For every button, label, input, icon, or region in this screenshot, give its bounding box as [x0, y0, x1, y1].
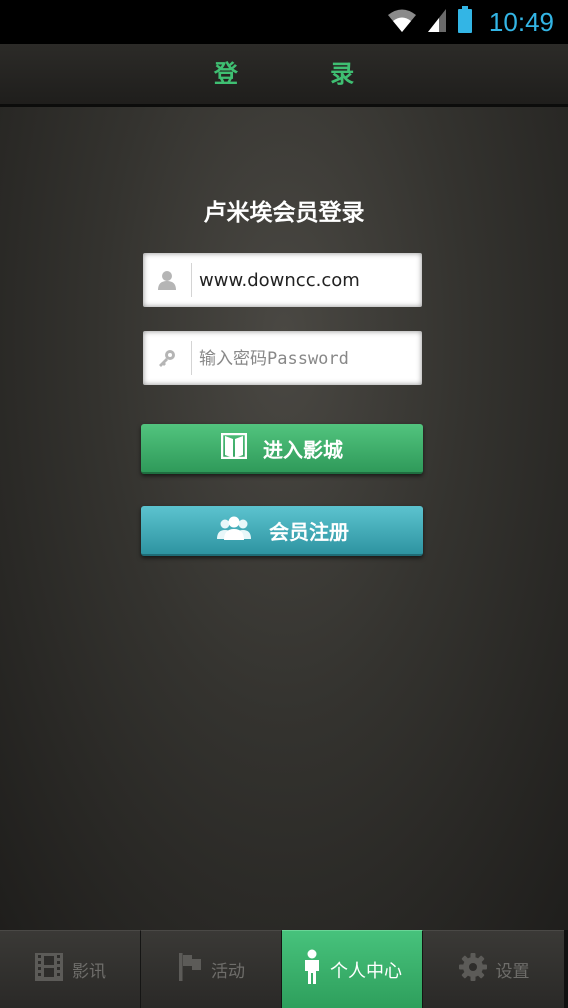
enter-cinema-label: 进入影城	[263, 437, 343, 462]
login-content: 卢米埃会员登录 进入影城	[0, 107, 568, 930]
flag-icon	[177, 952, 203, 987]
tab-settings-label: 设置	[495, 962, 530, 982]
title-bar: 登 录	[0, 44, 568, 107]
register-button[interactable]: 会员注册	[141, 506, 423, 556]
password-input[interactable]	[195, 338, 421, 378]
signal-icon	[427, 7, 447, 37]
film-icon	[34, 952, 64, 987]
person-icon	[302, 949, 322, 990]
users-icon	[215, 515, 253, 546]
tab-activities[interactable]: 活动	[141, 930, 282, 1008]
status-time: 10:49	[488, 7, 554, 37]
status-icons: 10:49	[387, 6, 554, 38]
status-bar: 10:49	[0, 0, 568, 44]
username-field[interactable]	[143, 253, 422, 307]
field-divider	[191, 263, 192, 297]
gear-icon	[458, 952, 488, 987]
battery-icon	[457, 6, 473, 38]
field-divider	[191, 341, 192, 375]
tab-news-label: 影讯	[72, 962, 106, 982]
tab-activities-label: 活动	[211, 962, 245, 982]
login-heading: 卢米埃会员登录	[203, 200, 365, 226]
username-input[interactable]	[195, 260, 421, 300]
tab-settings[interactable]: 设置	[423, 930, 564, 1008]
door-icon	[220, 432, 248, 464]
tab-personal-center[interactable]: 个人中心	[282, 930, 423, 1008]
tab-personal-center-label: 个人中心	[330, 960, 402, 982]
enter-cinema-button[interactable]: 进入影城	[141, 424, 423, 474]
password-field[interactable]	[143, 331, 422, 385]
page-title: 登 录	[213, 60, 397, 88]
register-label: 会员注册	[269, 519, 349, 544]
user-icon	[143, 253, 191, 307]
wifi-icon	[387, 7, 417, 37]
bottom-tab-bar: 影讯 活动 个人中心 设置	[0, 930, 568, 1008]
tab-news[interactable]: 影讯	[0, 930, 141, 1008]
key-icon	[143, 331, 191, 385]
